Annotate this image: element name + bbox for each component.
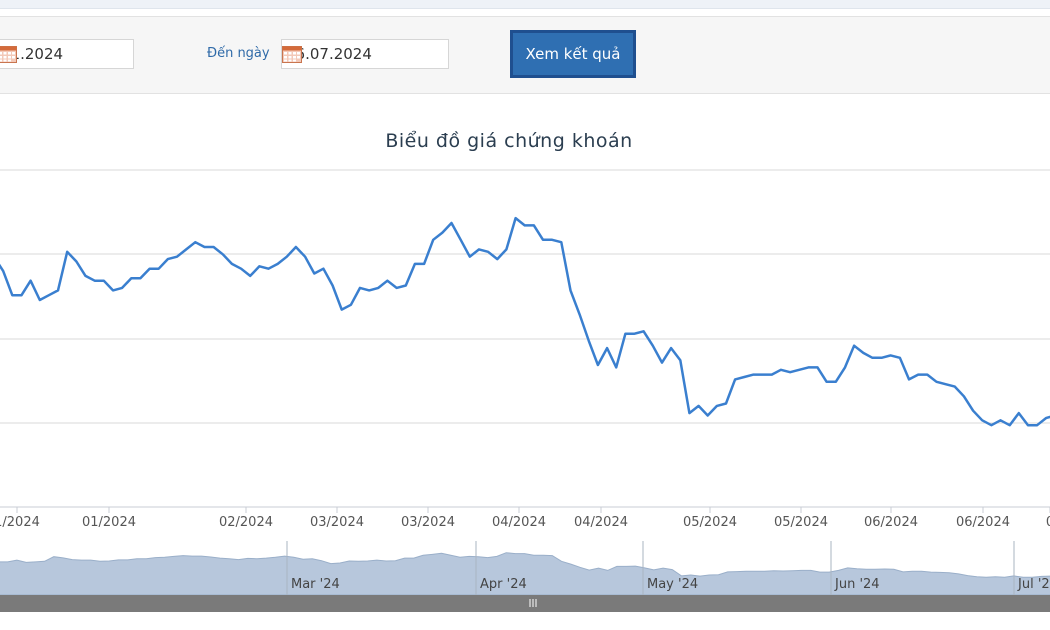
x-tick-label: 03/2024	[401, 515, 455, 530]
x-tick-label: 06/2024	[864, 515, 918, 530]
scrollbar	[0, 595, 1050, 612]
x-tick-label: 06/2024	[956, 515, 1010, 530]
x-tick-label: 1/2024	[0, 515, 40, 530]
price-chart: 1/2024 01/2024 02/2024 03/2024 03/2024 04/202…	[0, 169, 1050, 612]
navigator-label: Apr '24	[480, 577, 527, 592]
x-tick-label: 0	[1046, 515, 1050, 530]
navigator-label: Jul '24	[1017, 577, 1050, 592]
navigator-label: May '24	[647, 577, 698, 592]
grid-lines	[0, 169, 1050, 508]
x-tick-label: 02/2024	[219, 515, 273, 530]
x-tick-label: 04/2024	[492, 515, 546, 530]
x-tick-label: 05/2024	[774, 515, 828, 530]
navigator[interactable]: Mar '24 Apr '24 May '24 Jun '24 Jul '24	[0, 541, 1050, 612]
x-tick-label: 05/2024	[683, 515, 737, 530]
x-tick-label: 03/2024	[310, 515, 364, 530]
navigator-label: Mar '24	[291, 577, 340, 592]
x-axis-ticks: 1/2024 01/2024 02/2024 03/2024 03/2024 04/202…	[0, 507, 1050, 530]
series-line	[0, 216, 1050, 427]
x-tick-label: 01/2024	[82, 515, 136, 530]
navigator-label: Jun '24	[834, 577, 880, 592]
x-tick-label: 04/2024	[574, 515, 628, 530]
price-series	[0, 216, 1050, 427]
